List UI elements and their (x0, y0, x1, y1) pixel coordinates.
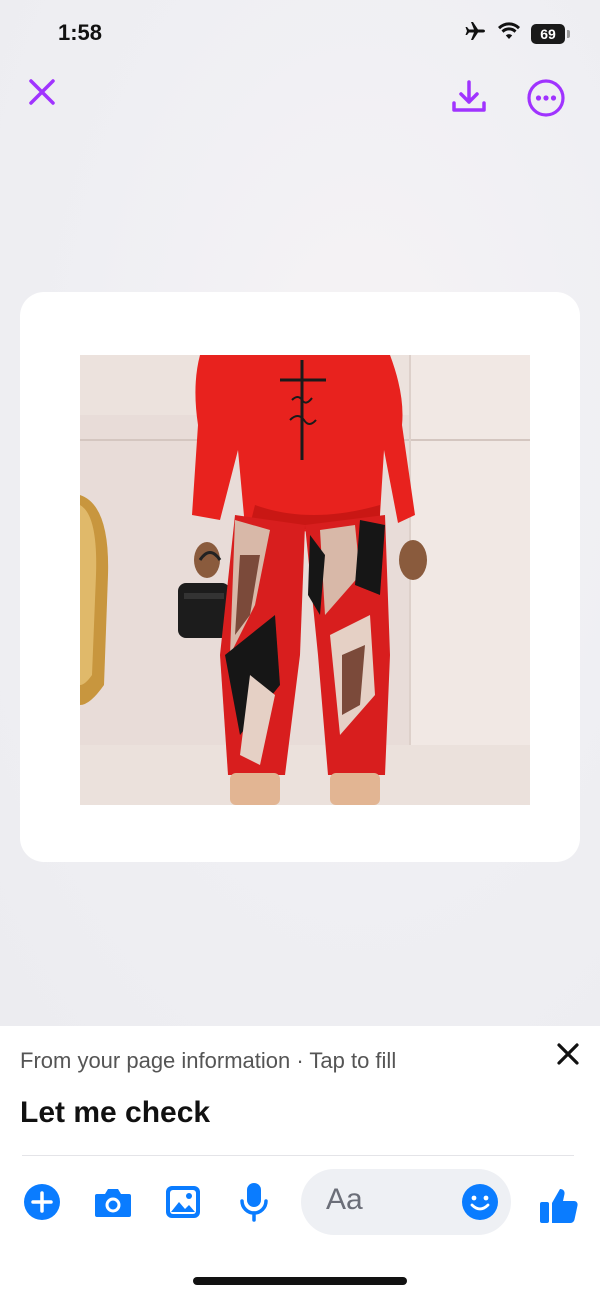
shared-image-card[interactable] (20, 292, 580, 862)
suggestion-hint[interactable]: From your page information · Tap to fill (20, 1048, 396, 1074)
message-composer: From your page information · Tap to fill… (0, 1026, 600, 1299)
photo-gallery-icon (164, 1184, 202, 1225)
close-viewer-button[interactable] (22, 74, 62, 114)
camera-icon (93, 1184, 133, 1225)
voice-message-button[interactable] (234, 1182, 274, 1226)
battery-indicator: 69 (531, 23, 565, 44)
microphone-icon (238, 1181, 270, 1228)
suggested-reply[interactable]: Let me check (20, 1096, 210, 1130)
like-button[interactable] (537, 1186, 581, 1228)
gallery-button[interactable] (162, 1184, 204, 1224)
dismiss-suggestion-button[interactable] (552, 1038, 584, 1070)
message-input-placeholder: Aa (326, 1183, 363, 1216)
emoji-button[interactable] (461, 1183, 499, 1226)
more-options-icon (526, 78, 566, 123)
home-indicator (193, 1277, 407, 1285)
emoji-icon (462, 1184, 498, 1220)
status-time: 1:58 (58, 20, 103, 45)
thumbs-up-icon (538, 1185, 580, 1230)
wifi-icon (497, 21, 521, 46)
status-icons: 69 (463, 20, 570, 47)
plus-circle-icon (23, 1183, 61, 1226)
download-icon (449, 77, 489, 122)
message-input[interactable]: Aa (301, 1169, 511, 1235)
close-icon (27, 77, 57, 112)
product-photo (80, 355, 530, 805)
camera-button[interactable] (92, 1184, 134, 1224)
download-button[interactable] (446, 76, 492, 122)
close-icon (552, 1043, 584, 1074)
more-actions-button[interactable] (22, 1183, 62, 1226)
airplane-icon (463, 20, 487, 47)
divider (22, 1155, 574, 1156)
battery-nub (567, 29, 570, 38)
more-options-button[interactable] (524, 78, 568, 122)
